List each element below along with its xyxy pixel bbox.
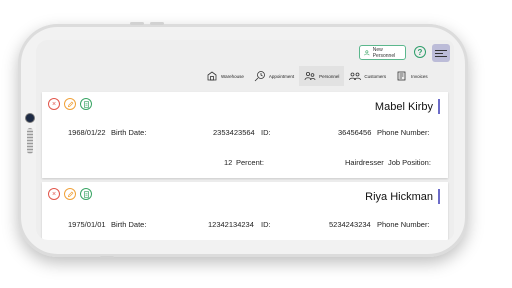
name-accent-bar [438,189,440,204]
delete-button[interactable]: × [48,188,60,200]
personnel-card: × Mabel Kirby 1968/01/22 Birth Date: 235… [42,92,448,178]
job-value: Hairdresser [345,158,384,167]
customers-icon [349,72,362,81]
close-icon: × [51,100,57,108]
birth-date-value: 1968/01/22 [68,128,106,137]
personnel-name-text: Mabel Kirby [374,100,433,113]
id-value: 2353423564 [213,128,255,137]
side-button [130,22,144,25]
personnel-name: Riya Hickman [365,189,440,204]
delete-button[interactable]: × [48,98,60,110]
birth-date-label: Birth Date: [111,220,147,229]
percent-value: 12 [224,158,233,167]
birth-date-value: 1975/01/01 [68,220,106,229]
personnel-card: × Riya Hickman 1975/01/01 Birth Date: 12… [42,182,448,240]
top-bar: New Personnel ? Warehouse Appointment Pe… [36,40,454,88]
side-button [100,256,114,259]
warehouse-icon [207,71,217,81]
personnel-name: Mabel Kirby [375,99,440,114]
details-button[interactable] [80,98,92,110]
help-label: ? [417,47,423,57]
app-screen: New Personnel ? Warehouse Appointment Pe… [36,40,454,240]
nav-item-appointment[interactable]: Appointment [249,66,299,86]
close-icon: × [51,190,57,198]
new-personnel-button[interactable]: New Personnel [359,45,406,60]
phone-label: Phone Number: [377,220,430,229]
nav-item-invoices[interactable]: Invoices [391,66,433,86]
birth-date-label: Birth Date: [111,128,147,137]
nav-label: Customers [364,73,387,79]
phone-label: Phone Number: [377,128,430,137]
main-nav: Warehouse Appointment Personnel Customer… [201,66,433,86]
phone-value: 36456456 [338,128,372,137]
nav-label: Appointment [268,73,295,79]
pencil-icon [67,101,73,107]
pencil-icon [67,191,73,197]
edit-button[interactable] [64,98,76,110]
invoices-icon [397,71,406,81]
side-button [150,22,164,25]
speaker-grille [27,128,33,154]
percent-label: Percent: [236,158,264,167]
new-personnel-label: New Personnel [372,46,396,59]
nav-label: Personnel [319,73,340,79]
id-value: 12342134234 [208,220,254,229]
job-label: Job Position: [388,158,431,167]
nav-item-warehouse[interactable]: Warehouse [201,66,249,86]
document-icon [83,100,89,108]
menu-icon[interactable] [432,44,450,62]
personnel-icon [304,72,316,81]
id-label: ID: [261,128,271,137]
phone-value: 5234243234 [329,220,371,229]
nav-item-customers[interactable]: Customers [344,66,391,86]
card-actions: × [48,188,92,200]
nav-label: Invoices [411,73,428,79]
personnel-name-text: Riya Hickman [365,190,433,203]
document-icon [83,190,89,198]
details-button[interactable] [80,188,92,200]
name-accent-bar [438,99,440,114]
appointment-icon [254,71,265,82]
edit-button[interactable] [64,188,76,200]
nav-item-personnel[interactable]: Personnel [299,66,345,86]
help-icon[interactable]: ? [414,46,426,58]
card-actions: × [48,98,92,110]
nav-label: Warehouse [221,73,244,79]
add-user-icon [364,49,370,55]
camera-icon [26,114,34,122]
id-label: ID: [261,220,271,229]
